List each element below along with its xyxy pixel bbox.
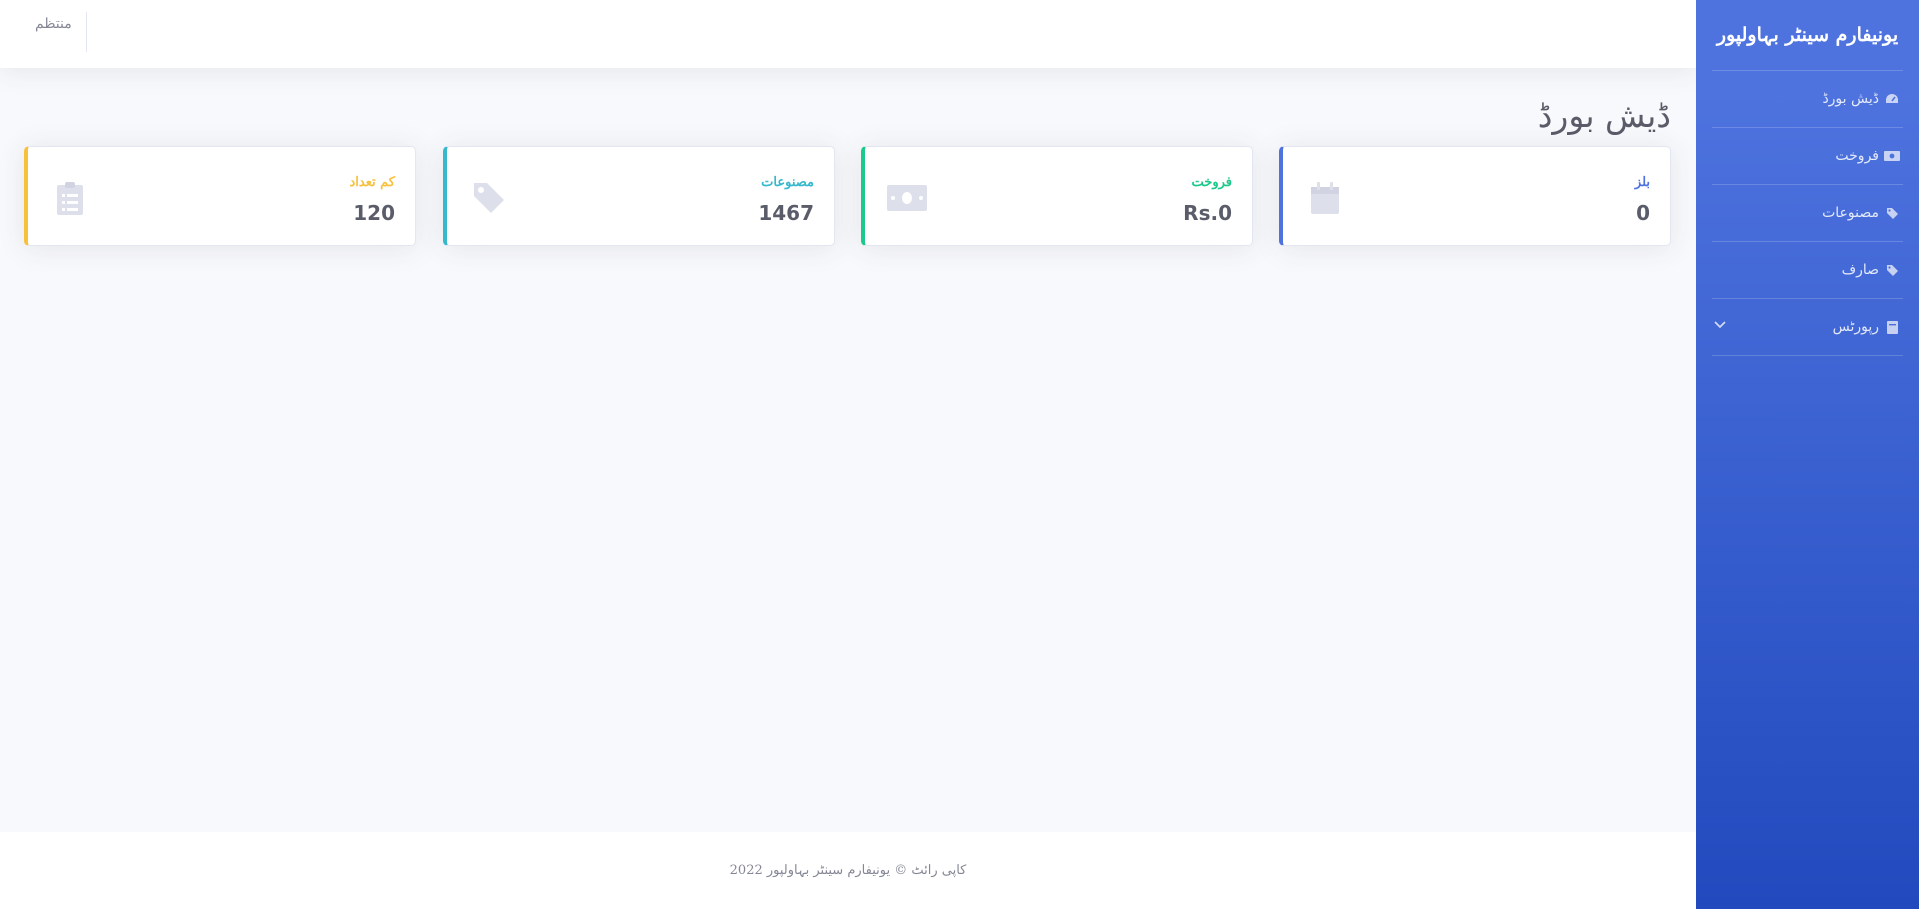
sidebar-item-label: ڈیش بورڈ [1822, 91, 1879, 107]
topbar: منتظم [0, 0, 1696, 68]
card-value: 120 [353, 201, 395, 225]
footer-copyright: کاپی رائٹ © یونیفارم سینٹر بہاولپور 2022 [729, 863, 967, 878]
topbar-divider [86, 12, 87, 52]
tachometer-icon [1883, 92, 1901, 106]
sidebar-item-label: مصنوعات [1822, 205, 1879, 221]
card-low-stock: کم تعداد 120 [24, 146, 416, 246]
card-label: کم تعداد [349, 175, 395, 190]
money-bill-icon [1883, 149, 1901, 163]
sidebar-item-reports[interactable]: رپورٹس [1712, 299, 1903, 356]
card-label: بلز [1634, 175, 1650, 190]
card-sales: فروخت Rs.0 [861, 146, 1253, 246]
sidebar-brand[interactable]: یونیفارم سینٹر بہاولپور [1712, 0, 1903, 71]
page-title: ڈیش بورڈ [1537, 96, 1671, 135]
clipboard-list-icon [50, 181, 90, 215]
chevron-down-icon[interactable] [1714, 317, 1726, 333]
book-icon [1883, 320, 1901, 334]
user-menu[interactable]: منتظم [35, 16, 72, 32]
sidebar-item-dashboard[interactable]: ڈیش بورڈ [1712, 71, 1903, 128]
card-products: مصنوعات 1467 [443, 146, 835, 246]
card-value: 1467 [758, 201, 814, 225]
sidebar-item-sales[interactable]: فروخت [1712, 128, 1903, 185]
footer: کاپی رائٹ © یونیفارم سینٹر بہاولپور 2022 [0, 832, 1696, 909]
sidebar-item-label: رپورٹس [1832, 319, 1879, 335]
sidebar-item-users[interactable]: صارف [1712, 242, 1903, 299]
card-bills: بلز 0 [1279, 146, 1671, 246]
sidebar: یونیفارم سینٹر بہاولپور ڈیش بورڈ فروخت م… [1696, 0, 1919, 909]
card-value: 0 [1636, 201, 1650, 225]
tag-icon [469, 181, 509, 215]
card-label: مصنوعات [761, 175, 814, 190]
tag-icon [1883, 263, 1901, 277]
calendar-icon [1305, 181, 1345, 215]
sidebar-item-label: فروخت [1835, 148, 1879, 164]
card-value: Rs.0 [1183, 201, 1232, 225]
sidebar-item-products[interactable]: مصنوعات [1712, 185, 1903, 242]
tag-icon [1883, 206, 1901, 220]
sidebar-item-label: صارف [1841, 262, 1879, 278]
money-bill-icon [887, 181, 927, 215]
card-label: فروخت [1191, 175, 1232, 190]
